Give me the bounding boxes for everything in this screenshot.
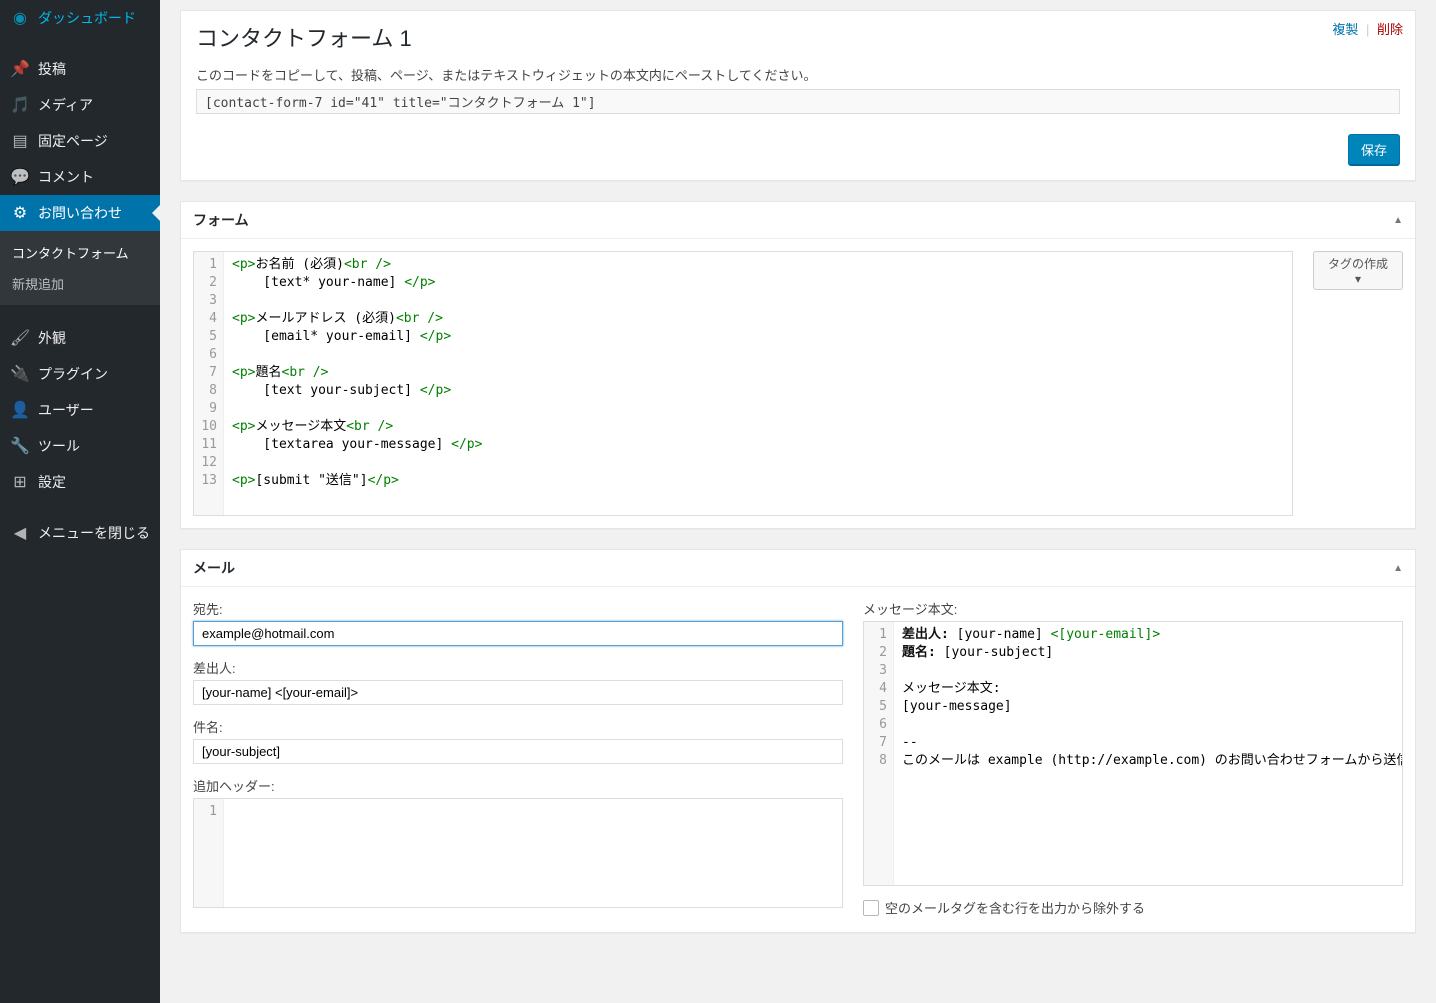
shortcode-description: このコードをコピーして、投稿、ページ、またはテキストウィジェットの本文内にペース… xyxy=(196,65,1400,84)
line-gutter: 12345678910111213 xyxy=(194,252,224,515)
submenu-add-new[interactable]: 新規追加 xyxy=(0,268,160,299)
menu-label: コメント xyxy=(38,167,94,187)
menu-appearance[interactable]: 🖌 外観 xyxy=(0,320,160,356)
mail-headers-editor[interactable]: 1 xyxy=(193,798,843,908)
menu-settings[interactable]: ⊞ 設定 xyxy=(0,464,160,500)
menu-label: 設定 xyxy=(38,472,66,492)
admin-sidebar: ◉ ダッシュボード 📌 投稿 🎵 メディア ▤ 固定ページ 💬 コメント ⚙ お… xyxy=(0,0,160,1003)
exclude-blank-checkbox[interactable] xyxy=(863,900,879,916)
menu-label: ダッシュボード xyxy=(38,8,136,28)
menu-media[interactable]: 🎵 メディア xyxy=(0,87,160,123)
submenu-contact: コンタクトフォーム 新規追加 xyxy=(0,231,160,305)
menu-label: 外観 xyxy=(38,328,66,348)
main-content: 複製 | 削除 コンタクトフォーム 1 このコードをコピーして、投稿、ページ、ま… xyxy=(160,0,1436,1003)
collapse-icon: ◀ xyxy=(10,523,30,543)
sliders-icon: ⊞ xyxy=(10,472,30,492)
menu-label: お問い合わせ xyxy=(38,203,122,223)
mail-body-editor[interactable]: 12345678 差出人: [your-name] <[your-email]>… xyxy=(863,621,1403,886)
menu-label: 固定ページ xyxy=(38,131,108,151)
mail-subject-input[interactable] xyxy=(193,739,843,764)
delete-link[interactable]: 削除 xyxy=(1377,22,1403,37)
exclude-blank-label: 空のメールタグを含む行を出力から除外する xyxy=(885,898,1145,917)
generate-tag-button[interactable]: タグの作成 ▾ xyxy=(1313,251,1403,290)
comment-icon: 💬 xyxy=(10,167,30,187)
line-gutter: 1 xyxy=(194,799,224,907)
menu-dashboard[interactable]: ◉ ダッシュボード xyxy=(0,0,160,36)
title-actions: 複製 | 削除 xyxy=(1332,19,1403,38)
shortcode-input[interactable] xyxy=(196,89,1400,114)
line-gutter: 12345678 xyxy=(864,622,894,885)
form-section-title: フォーム xyxy=(193,210,249,230)
form-section: フォーム ▲ 12345678910111213 <p>お名前 (必須)<br … xyxy=(180,201,1416,529)
page-icon: ▤ xyxy=(10,131,30,151)
menu-tools[interactable]: 🔧 ツール xyxy=(0,428,160,464)
code-content[interactable]: 差出人: [your-name] <[your-email]>題名: [your… xyxy=(894,622,1402,885)
menu-label: プラグイン xyxy=(38,364,108,384)
wrench-icon: 🔧 xyxy=(10,436,30,456)
submenu-contact-forms[interactable]: コンタクトフォーム xyxy=(0,237,160,268)
menu-collapse[interactable]: ◀ メニューを閉じる xyxy=(0,515,160,551)
code-content[interactable]: <p>お名前 (必須)<br /> [text* your-name] </p>… xyxy=(224,252,1292,515)
menu-label: ユーザー xyxy=(38,400,94,420)
toggle-icon[interactable]: ▲ xyxy=(1393,215,1403,226)
menu-users[interactable]: 👤 ユーザー xyxy=(0,392,160,428)
plugin-icon: 🔌 xyxy=(10,364,30,384)
menu-label: ツール xyxy=(38,436,80,456)
mail-section: メール ▲ 宛先: 差出人: 件名: xyxy=(180,549,1416,933)
duplicate-link[interactable]: 複製 xyxy=(1332,22,1358,37)
mail-to-label: 宛先: xyxy=(193,599,843,618)
menu-label: メディア xyxy=(38,95,93,115)
menu-pages[interactable]: ▤ 固定ページ xyxy=(0,123,160,159)
media-icon: 🎵 xyxy=(10,95,30,115)
code-content[interactable] xyxy=(224,799,842,907)
mail-body-label: メッセージ本文: xyxy=(863,599,1403,618)
mail-from-input[interactable] xyxy=(193,680,843,705)
mail-headers-label: 追加ヘッダー: xyxy=(193,776,843,795)
mail-section-title: メール xyxy=(193,558,235,578)
menu-label: 投稿 xyxy=(38,59,66,79)
dashboard-icon: ◉ xyxy=(10,8,30,28)
form-code-editor[interactable]: 12345678910111213 <p>お名前 (必須)<br /> [tex… xyxy=(193,251,1293,516)
menu-plugins[interactable]: 🔌 プラグイン xyxy=(0,356,160,392)
brush-icon: 🖌 xyxy=(10,328,30,348)
mail-from-label: 差出人: xyxy=(193,658,843,677)
save-button[interactable]: 保存 xyxy=(1348,134,1400,165)
user-icon: 👤 xyxy=(10,400,30,420)
toggle-icon[interactable]: ▲ xyxy=(1393,563,1403,574)
mail-subject-label: 件名: xyxy=(193,717,843,736)
menu-label: メニューを閉じる xyxy=(38,523,150,543)
title-panel: 複製 | 削除 コンタクトフォーム 1 このコードをコピーして、投稿、ページ、ま… xyxy=(180,10,1416,181)
menu-contact[interactable]: ⚙ お問い合わせ xyxy=(0,195,160,231)
menu-posts[interactable]: 📌 投稿 xyxy=(0,51,160,87)
pin-icon: 📌 xyxy=(10,59,30,79)
mail-to-input[interactable] xyxy=(193,621,843,646)
page-title: コンタクトフォーム 1 xyxy=(196,21,1400,53)
menu-comments[interactable]: 💬 コメント xyxy=(0,159,160,195)
gear-icon: ⚙ xyxy=(10,203,30,223)
